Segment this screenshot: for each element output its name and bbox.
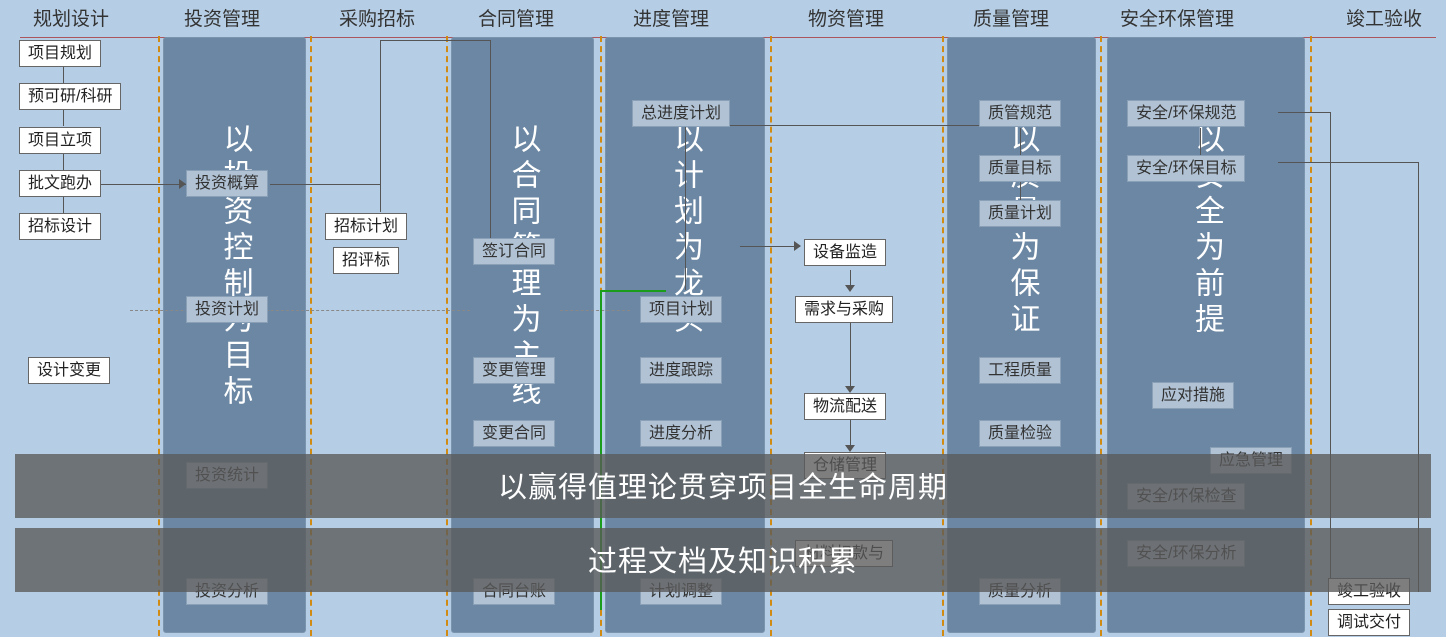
node-c1-预可研科研: 预可研/科研 bbox=[19, 83, 121, 110]
node-c8-安全目标: 安全/环保目标 bbox=[1127, 155, 1245, 182]
node-c1-项目规划: 项目规划 bbox=[19, 40, 101, 67]
node-c7-质管规范: 质管规范 bbox=[979, 100, 1061, 127]
node-c4-变更合同: 变更合同 bbox=[473, 420, 555, 447]
node-c6-设备监造: 设备监造 bbox=[804, 239, 886, 266]
connector bbox=[685, 125, 686, 290]
connector bbox=[850, 320, 851, 390]
connector bbox=[1278, 162, 1418, 163]
arrow-icon bbox=[845, 445, 855, 452]
connector bbox=[63, 65, 64, 83]
node-c5-进度跟踪: 进度跟踪 bbox=[640, 357, 722, 384]
connector bbox=[740, 246, 800, 247]
connector bbox=[63, 195, 64, 213]
col-header-c2: 投资管理 bbox=[184, 4, 260, 32]
node-c8-安全规范: 安全/环保规范 bbox=[1127, 100, 1245, 127]
node-c7-质量检验: 质量检验 bbox=[979, 420, 1061, 447]
connector bbox=[1200, 128, 1201, 156]
connector bbox=[130, 310, 470, 311]
col-header-c4: 合同管理 bbox=[478, 4, 554, 32]
connector bbox=[380, 40, 490, 41]
col-header-c8: 安全环保管理 bbox=[1120, 4, 1234, 32]
banner-1: 以赢得值理论贯穿项目全生命周期 bbox=[15, 454, 1431, 518]
connector bbox=[63, 108, 64, 126]
connector bbox=[1330, 112, 1331, 592]
connector bbox=[1020, 182, 1021, 200]
node-c3-招评标: 招评标 bbox=[333, 247, 399, 274]
col-header-c1: 规划设计 bbox=[33, 4, 109, 32]
connector bbox=[1278, 112, 1330, 113]
connector bbox=[850, 420, 851, 448]
col-header-c6: 物资管理 bbox=[808, 4, 884, 32]
connector bbox=[560, 310, 630, 311]
node-c4-变更管理: 变更管理 bbox=[473, 357, 555, 384]
node-c1-批文跑办: 批文跑办 bbox=[19, 170, 101, 197]
col-header-c5: 进度管理 bbox=[633, 4, 709, 32]
connector bbox=[1020, 128, 1021, 156]
connector bbox=[490, 40, 491, 240]
node-c7-工程质量: 工程质量 bbox=[979, 357, 1061, 384]
node-c2-投资概算: 投资概算 bbox=[186, 170, 268, 197]
col-header-c7: 质量管理 bbox=[973, 4, 1049, 32]
arrow-icon bbox=[845, 386, 855, 393]
node-c7-质量目标: 质量目标 bbox=[979, 155, 1061, 182]
node-c8-应对措施: 应对措施 bbox=[1152, 382, 1234, 409]
connector bbox=[380, 40, 381, 212]
node-c1-招标设计: 招标设计 bbox=[19, 213, 101, 240]
node-c2-投资计划: 投资计划 bbox=[186, 296, 268, 323]
node-c5-项目计划: 项目计划 bbox=[640, 296, 722, 323]
node-c3-招标计划: 招标计划 bbox=[325, 213, 407, 240]
connector bbox=[63, 152, 64, 170]
node-c9-调试交付: 调试交付 bbox=[1328, 609, 1410, 636]
node-c5-总进度计划: 总进度计划 bbox=[632, 100, 730, 127]
connector bbox=[270, 184, 380, 185]
lane-text-c2: 以投资控制为目标 bbox=[213, 123, 257, 411]
col-header-c3: 采购招标 bbox=[339, 4, 415, 32]
node-c1-项目立项: 项目立项 bbox=[19, 127, 101, 154]
arrow-icon bbox=[794, 241, 801, 251]
connector-green bbox=[600, 290, 666, 292]
node-c4-签订合同: 签订合同 bbox=[473, 238, 555, 265]
node-c6-需求与采购: 需求与采购 bbox=[795, 296, 893, 323]
node-c1-设计变更: 设计变更 bbox=[28, 357, 110, 384]
arrow-icon bbox=[845, 285, 855, 292]
col-header-c9: 竣工验收 bbox=[1346, 4, 1422, 32]
node-c6-物流配送: 物流配送 bbox=[804, 393, 886, 420]
arrow-icon bbox=[179, 179, 186, 189]
node-c5-进度分析: 进度分析 bbox=[640, 420, 722, 447]
node-c7-质量计划: 质量计划 bbox=[979, 200, 1061, 227]
connector bbox=[94, 184, 186, 185]
banner-2: 过程文档及知识积累 bbox=[15, 528, 1431, 592]
